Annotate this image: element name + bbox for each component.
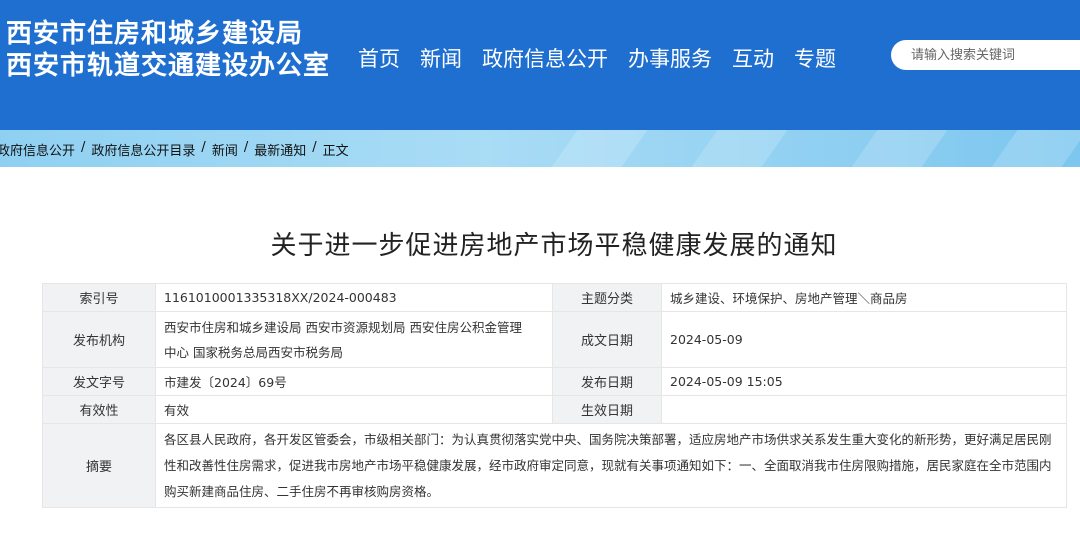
summary-value: 各区县人民政府，各开发区管委会，市级相关部门：为认真贯彻落实党中央、国务院决策部… [155,423,1067,508]
effective-value [661,395,1067,424]
decor-stripe [668,130,802,167]
breadcrumb: 政府信息公开 / 政府信息公开目录 / 新闻 / 最新通知 / 正文 [0,140,349,159]
nav-home[interactable]: 首页 [358,44,400,74]
nav-interact[interactable]: 互动 [732,44,774,74]
index-label: 索引号 [42,283,156,312]
table-row: 发布机构 西安市住房和城乡建设局 西安市资源规划局 西安住房公积金管理 中心 国… [42,311,1067,368]
created-label: 成文日期 [552,311,662,368]
breadcrumb-separator: / [312,140,317,155]
table-row: 发文字号 市建发〔2024〕69号 发布日期 2024-05-09 15:05 [42,367,1067,396]
created-value: 2024-05-09 [661,311,1067,368]
issuer-value: 西安市住房和城乡建设局 西安市资源规划局 西安住房公积金管理 中心 国家税务总局… [155,311,553,368]
breadcrumb-current: 正文 [322,144,349,159]
breadcrumb-separator: / [243,140,249,155]
nav-gov-info[interactable]: 政府信息公开 [482,44,608,74]
table-row: 索引号 1161010001335318XX/2024-000483 主题分类 … [42,283,1067,312]
issuer-line-2: 中心 国家税务总局西安市税务局 [164,344,343,360]
search-input[interactable] [891,40,1080,70]
site-header: 西安市住房和城乡建设局 西安市轨道交通建设办公室 首页 新闻 政府信息公开 办事… [0,0,1080,130]
issuer-label: 发布机构 [42,311,156,368]
topic-value: 城乡建设、环境保护、房地产管理＼商品房 [661,283,1067,312]
validity-value: 有效 [155,395,553,424]
docno-value: 市建发〔2024〕69号 [155,367,553,396]
published-value: 2024-05-09 15:05 [661,367,1067,396]
decor-stripe [828,130,962,167]
decor-stripe [528,130,662,167]
breadcrumb-latest[interactable]: 最新通知 [254,140,306,159]
topic-label: 主题分类 [552,283,662,312]
breadcrumb-separator: / [201,140,206,155]
table-row: 摘要 各区县人民政府，各开发区管委会，市级相关部门：为认真贯彻落实党中央、国务院… [42,423,1067,508]
logo-line-1: 西安市住房和城乡建设局 [6,19,304,49]
issuer-line-1: 西安市住房和城乡建设局 西安市资源规划局 西安住房公积金管理 [164,319,522,335]
validity-label: 有效性 [42,395,156,424]
nav-topics[interactable]: 专题 [794,44,836,74]
breadcrumb-gov-info[interactable]: 政府信息公开 [0,140,75,159]
decor-stripe [968,130,1080,167]
main-nav: 首页 新闻 政府信息公开 办事服务 互动 专题 [358,44,856,74]
breadcrumb-catalog[interactable]: 政府信息公开目录 [91,140,195,159]
breadcrumb-bar: 政府信息公开 / 政府信息公开目录 / 新闻 / 最新通知 / 正文 [0,130,1080,167]
site-logo[interactable]: 西安市住房和城乡建设局 西安市轨道交通建设办公室 [6,18,330,82]
published-label: 发布日期 [552,367,662,396]
docno-label: 发文字号 [42,367,156,396]
logo-line-2: 西安市轨道交通建设办公室 [6,51,331,81]
breadcrumb-news[interactable]: 新闻 [212,140,238,159]
breadcrumb-separator: / [81,140,86,155]
nav-news[interactable]: 新闻 [420,44,462,74]
index-value: 1161010001335318XX/2024-000483 [155,283,553,312]
article-title: 关于进一步促进房地产市场平稳健康发展的通知 [270,231,838,261]
effective-label: 生效日期 [552,395,662,424]
metadata-table: 索引号 1161010001335318XX/2024-000483 主题分类 … [42,283,1067,508]
summary-label: 摘要 [42,423,156,508]
nav-services[interactable]: 办事服务 [628,44,712,74]
table-row: 有效性 有效 生效日期 [42,395,1067,424]
